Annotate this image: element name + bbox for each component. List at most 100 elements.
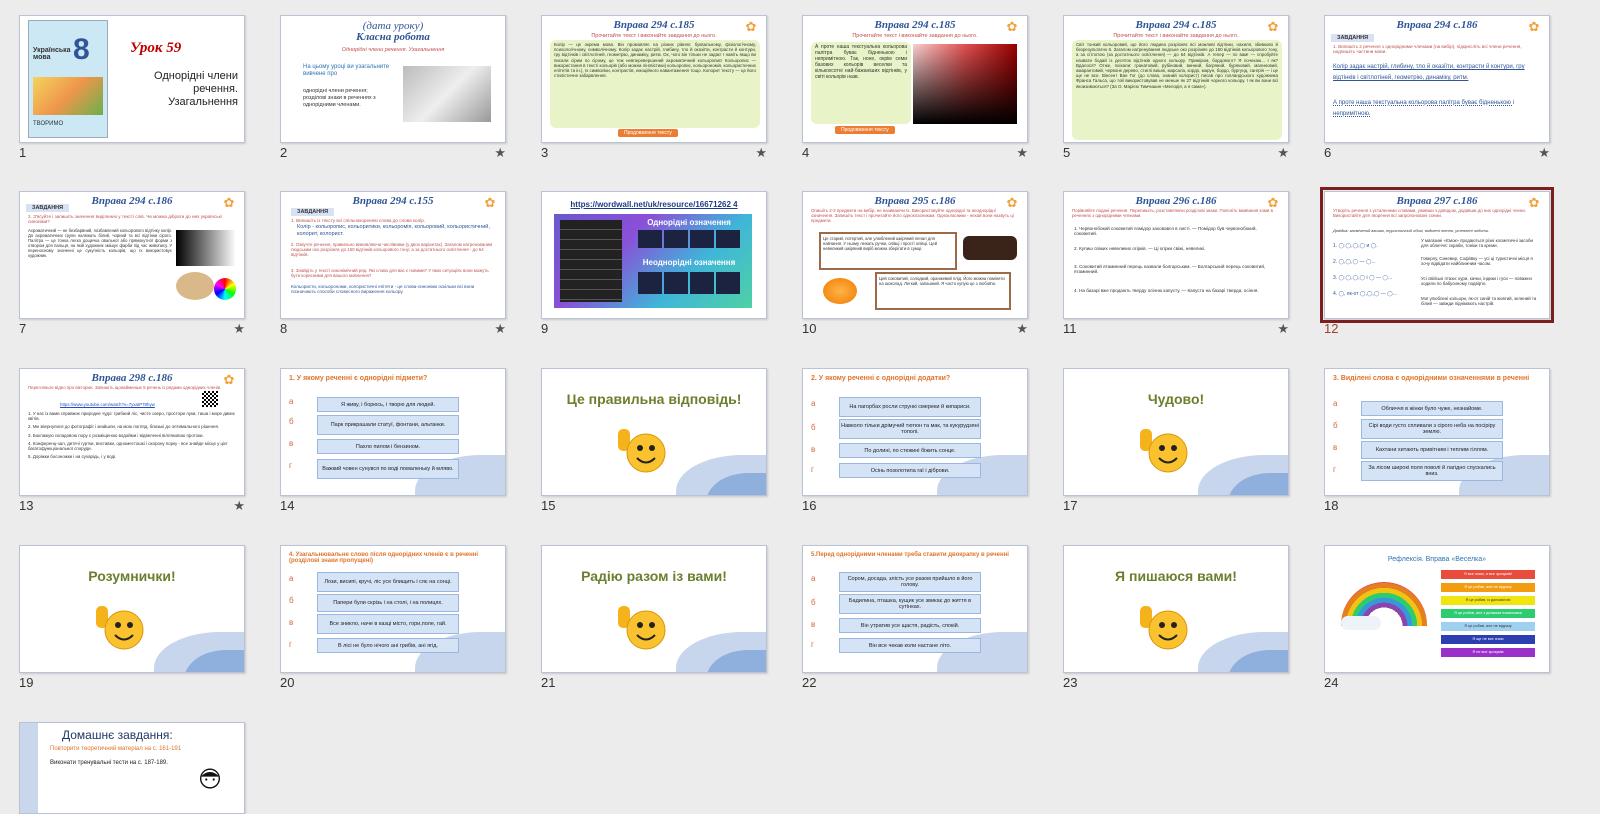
slide-17-canvas[interactable]: Чудово! (1063, 368, 1289, 496)
reflection-bar-orange[interactable]: Я це робив, але не відразу (1441, 583, 1535, 592)
slide-8-canvas[interactable]: Вправа 294 с.155 ✿ ЗАВДАННЯ 1. Випишіть … (280, 191, 506, 319)
option-letter: б (811, 598, 816, 607)
slide-thumb-24[interactable]: Рефлексія. Вправа «Веселка» Я все знаю, … (1324, 545, 1550, 695)
slide-thumb-10[interactable]: Вправа 295 с.186 ✿ Опишіть 2-3 предмети … (802, 191, 1028, 341)
sentence: 5. Доріжки босоножки і на сухарідь, і у … (28, 454, 117, 460)
slide-16-canvas[interactable]: 2. У якому реченні є однорідні додатки? … (802, 368, 1028, 496)
drop-zone-1[interactable] (638, 230, 742, 248)
answer-option-c[interactable]: По долині, по стежині біжить сонце. (839, 443, 981, 458)
answer-option-b[interactable]: Парк прикрашали статуї, фонтани, альтанк… (317, 415, 459, 435)
answer-option-c[interactable]: Все зникло, наче в казці місто, гори,пол… (317, 614, 459, 634)
slide-thumb-21[interactable]: Радію разом із вами! 21 (541, 545, 767, 695)
slide-thumb-14[interactable]: 1. У якому реченні є однорідні підмети? … (280, 368, 506, 518)
answer-option-c[interactable]: Кахтани хитають привітним і теплим гілля… (1361, 441, 1503, 459)
sentence-pair-2: 2. Купиш свіжих невеликих огірків. — Ці … (1074, 246, 1206, 251)
answer-option-d[interactable]: Він все чекав коли настане літо. (839, 638, 981, 653)
slide-2-canvas[interactable]: (дата уроку) Класна робота Однорідні чле… (280, 15, 506, 143)
slide-1-canvas[interactable]: Українська мова 8 ТВОРИМО Урок 59 Однорі… (19, 15, 245, 143)
reflection-bar-lightblue[interactable]: Я це робив, але не відразу (1441, 622, 1535, 631)
slide-23-canvas[interactable]: Я пишаюся вами! (1063, 545, 1289, 673)
slide-thumb-17[interactable]: Чудово! 17 (1063, 368, 1289, 518)
lesson-topic: Однорідні члени речення. Узагальнення (154, 70, 238, 108)
game-board[interactable]: Однорідні означення Неоднорідні означенн… (554, 214, 752, 308)
slide-thumb-18[interactable]: 3. Виділені слова є однорідними означенн… (1324, 368, 1550, 518)
lead-item: однорідні члени речення; (303, 88, 368, 94)
category-heading-heterogeneous: Неоднорідні означення (642, 258, 736, 267)
slide-thumb-8[interactable]: Вправа 294 с.155 ✿ ЗАВДАННЯ 1. Випишіть … (280, 191, 506, 341)
thumbs-up-smiley-icon (618, 606, 666, 650)
slide-number: 23 (1063, 675, 1078, 690)
answer-option-b[interactable]: Папери були скрізь і на столі, і на поли… (317, 594, 459, 612)
slide-thumb-19[interactable]: Розумнички! 19 (19, 545, 245, 695)
continue-text-button[interactable]: Продовження тексту (835, 126, 895, 134)
slide-thumb-23[interactable]: Я пишаюся вами! 23 (1063, 545, 1289, 695)
slide-14-canvas[interactable]: 1. У якому реченні є однорідні підмети? … (280, 368, 506, 496)
slide-24-canvas[interactable]: Рефлексія. Вправа «Веселка» Я все знаю, … (1324, 545, 1550, 673)
slide-13-canvas[interactable]: Вправа 298 с.186 ✿ Перегляньте відео про… (19, 368, 245, 496)
slide-6-canvas[interactable]: Вправа 294 с.186 ✿ ЗАВДАННЯ 1. Випишіть … (1324, 15, 1550, 143)
book-footer: ТВОРИМО (33, 121, 64, 127)
slide-7-canvas[interactable]: Вправа 294 с.186 ✿ ЗАВДАННЯ 2. З'ясуйте … (19, 191, 245, 319)
answer-option-c[interactable]: Пахло пилом і бензином. (317, 439, 459, 454)
answer-option-d[interactable]: В лісі не було нічого ані грибів, ані яг… (317, 638, 459, 653)
continue-text-button[interactable]: Продовження тексту (618, 129, 678, 137)
slide-thumb-9[interactable]: https://wordwall.net/uk/resource/1667126… (541, 191, 767, 341)
video-link[interactable]: https://www.youtube.com/watch?v=7yxaIP78… (60, 402, 200, 408)
slide-15-canvas[interactable]: Це правильна відповідь! (541, 368, 767, 496)
slide-thumb-12[interactable]: Вправа 297 с.186 ✿ Утворіть речення з ус… (1320, 187, 1554, 341)
reflection-bar-red[interactable]: Я все знаю, я все зрозумів! (1441, 570, 1535, 579)
slide-10-canvas[interactable]: Вправа 295 с.186 ✿ Опишіть 2-3 предмети … (802, 191, 1028, 319)
slide-thumb-25[interactable]: Домашнє завдання: Повторити теоретичний … (19, 722, 245, 814)
slide-thumb-5[interactable]: Вправа 294 с.185 ✿ Прочитайте текст і ви… (1063, 15, 1289, 165)
slide-thumb-3[interactable]: Вправа 294 с.185 ✿ Прочитайте текст і ви… (541, 15, 767, 165)
slide-thumb-7[interactable]: Вправа 294 с.186 ✿ ЗАВДАННЯ 2. З'ясуйте … (19, 191, 245, 341)
reflection-bar-blue[interactable]: Я ще не все знаю (1441, 635, 1535, 644)
reflection-bar-violet[interactable]: Я не все зрозумів (1441, 648, 1535, 657)
slide-thumb-20[interactable]: 4. Узагальнювальне слово після однорідни… (280, 545, 506, 695)
animation-star-icon: ★ (494, 321, 506, 336)
answer-option-b[interactable]: Навколо тільки дрімучий тютюн та мак, та… (839, 419, 981, 439)
slide-9-canvas[interactable]: https://wordwall.net/uk/resource/1667126… (541, 191, 767, 319)
slide-5-canvas[interactable]: Вправа 294 с.185 ✿ Прочитайте текст і ви… (1063, 15, 1289, 143)
answer-option-b[interactable]: Сірі води густо спливали з сірого неба н… (1361, 419, 1503, 439)
answer-3: Усі свійські птахи: кури, качки, індики … (1421, 276, 1532, 287)
slide-thumb-6[interactable]: Вправа 294 с.186 ✿ ЗАВДАННЯ 1. Випишіть … (1324, 15, 1550, 165)
slide-11-canvas[interactable]: Вправа 296 с.186 ✿ Порівняйте подані реч… (1063, 191, 1289, 319)
slide-3-canvas[interactable]: Вправа 294 с.185 ✿ Прочитайте текст і ви… (541, 15, 767, 143)
answer-option-d[interactable]: За лісом широкі поля поволі й лагідно сп… (1361, 461, 1503, 481)
slide-thumb-11[interactable]: Вправа 296 с.186 ✿ Порівняйте подані реч… (1063, 191, 1289, 341)
slide-19-canvas[interactable]: Розумнички! (19, 545, 245, 673)
answer-option-a[interactable]: Лози, висипі, кручі, ліс усе блищить і с… (317, 572, 459, 592)
answer-option-a[interactable]: Обличчя в жінки було чуже, незнайоме. (1361, 401, 1503, 416)
slide-thumb-22[interactable]: 5.Перед однорідними членами треба ставит… (802, 545, 1028, 695)
slide-18-canvas[interactable]: 3. Виділені слова є однорідними означенн… (1324, 368, 1550, 496)
slide-4-canvas[interactable]: Вправа 294 с.185 ✿ Прочитайте текст і ви… (802, 15, 1028, 143)
slide-25-canvas[interactable]: Домашнє завдання: Повторити теоретичний … (19, 722, 245, 814)
slide-thumb-1[interactable]: Українська мова 8 ТВОРИМО Урок 59 Однорі… (19, 15, 245, 165)
answer-option-d[interactable]: Важкий човен сунувся по воді помаленьку … (317, 459, 459, 479)
answer-option-a[interactable]: На пагорбах росли стрункі смереки й кипа… (839, 397, 981, 417)
option-letter: г (811, 640, 814, 649)
slide-thumb-15[interactable]: Це правильна відповідь! 15 (541, 368, 767, 518)
slide-thumb-16[interactable]: 2. У якому реченні є однорідні додатки? … (802, 368, 1028, 518)
slide-20-canvas[interactable]: 4. Узагальнювальне слово після однорідни… (280, 545, 506, 673)
scheme-4: 4. ◯, як-от ◯,◯,◯ — ◯... (1333, 291, 1397, 297)
answer-option-a[interactable]: Сором, досада, злість усе разом прийшло … (839, 572, 981, 592)
reflection-bar-yellow[interactable]: Я це робив, із допомогою (1441, 596, 1535, 605)
slide-12-canvas[interactable]: Вправа 297 с.186 ✿ Утворіть речення з ус… (1320, 187, 1554, 323)
sentence-pair-3: 3. Соковитий ятаминний перець назвали бо… (1074, 264, 1266, 275)
answer-option-a[interactable]: Я живу, і борюсь, і творю для людей. (317, 397, 459, 412)
wordwall-link[interactable]: https://wordwall.net/uk/resource/1667126… (542, 200, 766, 209)
slide-thumb-2[interactable]: (дата уроку) Класна робота Однорідні чле… (280, 15, 506, 165)
reflection-bar-green[interactable]: Я це робив, але з деякими помилками (1441, 609, 1535, 618)
drop-zone-2[interactable] (638, 272, 742, 294)
text-block: Світ тонкий кольоровий, що його людина р… (1072, 40, 1282, 140)
answer-option-b[interactable]: Бадилина, пташка, кущик усе звикає до жи… (839, 594, 981, 614)
slide-22-canvas[interactable]: 5.Перед однорідними членами треба ставит… (802, 545, 1028, 673)
answer-option-c[interactable]: Він утратив усе щастя, радість, спокій. (839, 618, 981, 633)
slide-21-canvas[interactable]: Радію разом із вами! (541, 545, 767, 673)
answer-option-d[interactable]: Осінь позолотила гаї і діброви. (839, 463, 981, 478)
example-sentence-2: А проте наша текстуальна кольорова паліт… (1333, 100, 1514, 117)
slide-thumb-4[interactable]: Вправа 294 с.185 ✿ Прочитайте текст і ви… (802, 15, 1028, 165)
slide-thumb-13[interactable]: Вправа 298 с.186 ✿ Перегляньте відео про… (19, 368, 245, 518)
